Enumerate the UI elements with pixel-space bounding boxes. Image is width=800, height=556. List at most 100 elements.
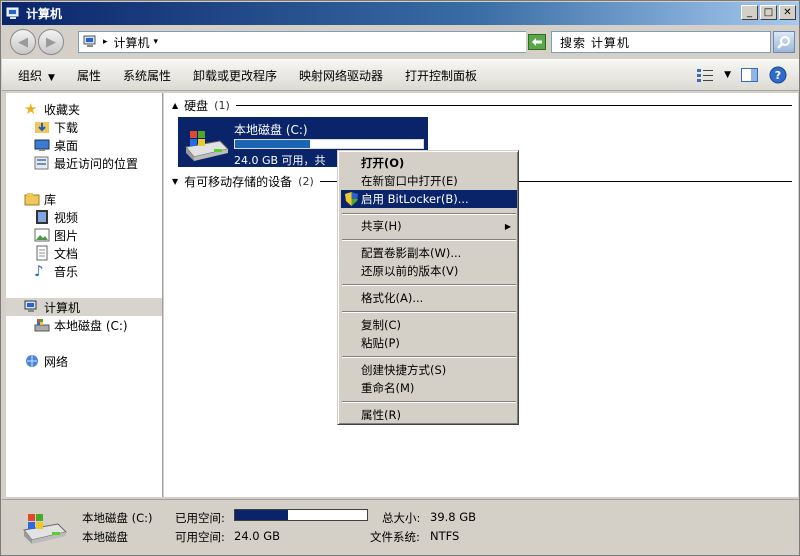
libraries-icon <box>24 193 40 206</box>
network-icon <box>26 355 38 367</box>
star-icon: ★ <box>24 100 38 118</box>
menu-item-share[interactable]: 共享(H) ▶ <box>341 217 517 235</box>
drive-usage-bar <box>234 139 424 149</box>
details-drive-name: 本地磁盘 (C:) <box>82 511 153 525</box>
drive-free-space: 24.0 GB 可用，共 <box>234 154 326 167</box>
maximize-button[interactable]: □ <box>760 5 777 20</box>
menu-separator <box>342 401 516 403</box>
menu-item-properties[interactable]: 属性(R) <box>341 406 517 424</box>
computer-icon <box>83 35 96 47</box>
details-pane: 本地磁盘 (C:) 本地磁盘 已用空间: 可用空间: 24.0 GB 总大小: … <box>2 499 799 555</box>
window-title: 计算机 <box>26 7 63 21</box>
details-fs-label: 文件系统: <box>370 530 420 544</box>
back-arrow-icon: ◀ <box>18 34 28 50</box>
menu-item-rename[interactable]: 重命名(M) <box>341 379 517 397</box>
drive-name: 本地磁盘 (C:) <box>234 123 308 137</box>
back-button[interactable]: ◀ <box>10 29 36 55</box>
menu-separator <box>342 356 516 358</box>
menu-separator <box>342 239 516 241</box>
refresh-button[interactable] <box>526 31 548 53</box>
sidebar-item-recent[interactable]: 最近访问的位置 <box>34 154 138 172</box>
command-bar: 组织 ▼ 属性 系统属性 卸载或更改程序 映射网络驱动器 打开控制面板 ▼ ? <box>2 59 799 91</box>
organize-menu[interactable]: 组织 ▼ <box>18 67 55 84</box>
address-bar[interactable]: ▸ 计算机 ▾ ▼ <box>78 31 544 53</box>
context-menu: 打开(O) 在新窗口中打开(E) 启用 BitLocker(B)... 共享(H… <box>337 150 519 425</box>
details-free-value: 24.0 GB <box>234 529 281 543</box>
breadcrumb[interactable]: 计算机 <box>114 34 150 51</box>
drive-usage-fill <box>235 140 311 148</box>
details-drive-type: 本地磁盘 <box>82 530 128 544</box>
menu-item-shadow-copies[interactable]: 配置卷影副本(W)... <box>341 244 517 262</box>
explorer-window: 计算机 _ □ ✕ ◀ ▶ ▸ 计算机 ▾ ▼ <box>0 0 800 556</box>
details-free-label: 可用空间: <box>175 530 225 544</box>
title-bar[interactable]: 计算机 _ □ ✕ <box>2 2 799 25</box>
menu-separator <box>342 213 516 215</box>
close-button[interactable]: ✕ <box>779 5 796 20</box>
refresh-icon <box>528 34 546 50</box>
search-button[interactable] <box>773 31 795 53</box>
recent-places-icon <box>34 156 49 170</box>
address-row: ◀ ▶ ▸ 计算机 ▾ ▼ 搜索 计算机 <box>2 25 799 59</box>
collapse-arrow-icon[interactable]: ▼ <box>172 177 178 186</box>
desktop-icon <box>34 139 50 151</box>
breadcrumb-separator-icon[interactable]: ▸ <box>103 37 108 47</box>
sidebar-item-documents[interactable]: 文档 <box>34 244 78 262</box>
details-usage-bar <box>234 509 368 521</box>
forward-button[interactable]: ▶ <box>38 29 64 55</box>
map-network-drive-button[interactable]: 映射网络驱动器 <box>299 67 383 84</box>
view-options-icon[interactable] <box>696 68 714 82</box>
computer-icon <box>24 300 37 312</box>
menu-item-restore-versions[interactable]: 还原以前的版本(V) <box>341 262 517 280</box>
search-input[interactable]: 搜索 计算机 <box>551 31 771 53</box>
menu-item-create-shortcut[interactable]: 创建快捷方式(S) <box>341 361 517 379</box>
sidebar-item-network[interactable]: 网络 <box>24 352 68 370</box>
search-icon <box>777 36 790 49</box>
sidebar-item-pictures[interactable]: 图片 <box>34 226 78 244</box>
sidebar-item-local-disk[interactable]: 本地磁盘 (C:) <box>34 316 128 334</box>
drive-icon <box>34 319 50 332</box>
details-usage-fill <box>235 510 288 520</box>
downloads-folder-icon <box>35 122 49 133</box>
sidebar-item-downloads[interactable]: 下载 <box>34 118 78 136</box>
collapse-arrow-icon[interactable]: ▲ <box>172 101 178 110</box>
details-total-value: 39.8 GB <box>430 510 477 524</box>
details-fs-value: NTFS <box>430 529 460 543</box>
sidebar-item-libraries[interactable]: 库 <box>24 190 56 208</box>
system-properties-button[interactable]: 系统属性 <box>123 67 171 84</box>
menu-separator <box>342 311 516 313</box>
documents-icon <box>36 245 48 261</box>
shield-icon <box>345 192 358 206</box>
minimize-button[interactable]: _ <box>741 5 758 20</box>
details-used-label: 已用空间: <box>175 511 225 525</box>
uninstall-program-button[interactable]: 卸载或更改程序 <box>193 67 277 84</box>
menu-separator <box>342 284 516 286</box>
submenu-arrow-icon: ▶ <box>504 221 511 231</box>
drive-icon <box>185 131 229 161</box>
menu-item-open[interactable]: 打开(O) <box>341 154 517 172</box>
video-icon <box>36 210 48 224</box>
sidebar-item-videos[interactable]: 视频 <box>34 208 78 226</box>
group-header-hard-disks[interactable]: ▲ 硬盘 (1) <box>172 97 792 113</box>
preview-pane-icon[interactable] <box>741 68 759 82</box>
sidebar-item-desktop[interactable]: 桌面 <box>34 136 78 154</box>
sidebar-item-computer[interactable]: 计算机 <box>6 298 162 316</box>
open-control-panel-button[interactable]: 打开控制面板 <box>405 67 477 84</box>
svg-text:?: ? <box>775 69 781 82</box>
help-icon[interactable]: ? <box>769 66 787 84</box>
menu-item-format[interactable]: 格式化(A)... <box>341 289 517 307</box>
group-divider <box>235 104 792 106</box>
view-dropdown-icon[interactable]: ▼ <box>724 70 731 80</box>
properties-button[interactable]: 属性 <box>77 67 101 84</box>
sidebar-item-favorites[interactable]: ★ 收藏夹 <box>24 100 80 118</box>
menu-item-paste[interactable]: 粘贴(P) <box>341 334 517 352</box>
menu-item-open-new-window[interactable]: 在新窗口中打开(E) <box>341 172 517 190</box>
details-total-label: 总大小: <box>382 511 421 525</box>
sidebar-item-music[interactable]: ♪ 音乐 <box>34 262 78 280</box>
navigation-pane: ★ 收藏夹 下载 桌面 最近访问的位置 库 视频 图片 文档 ♪ 音乐 计算机 … <box>6 93 163 497</box>
chevron-down-icon[interactable]: ▾ <box>154 37 159 47</box>
pictures-icon <box>34 228 50 242</box>
menu-item-copy[interactable]: 复制(C) <box>341 316 517 334</box>
computer-icon <box>6 7 19 19</box>
forward-arrow-icon: ▶ <box>46 34 56 50</box>
menu-item-bitlocker[interactable]: 启用 BitLocker(B)... <box>341 190 517 208</box>
